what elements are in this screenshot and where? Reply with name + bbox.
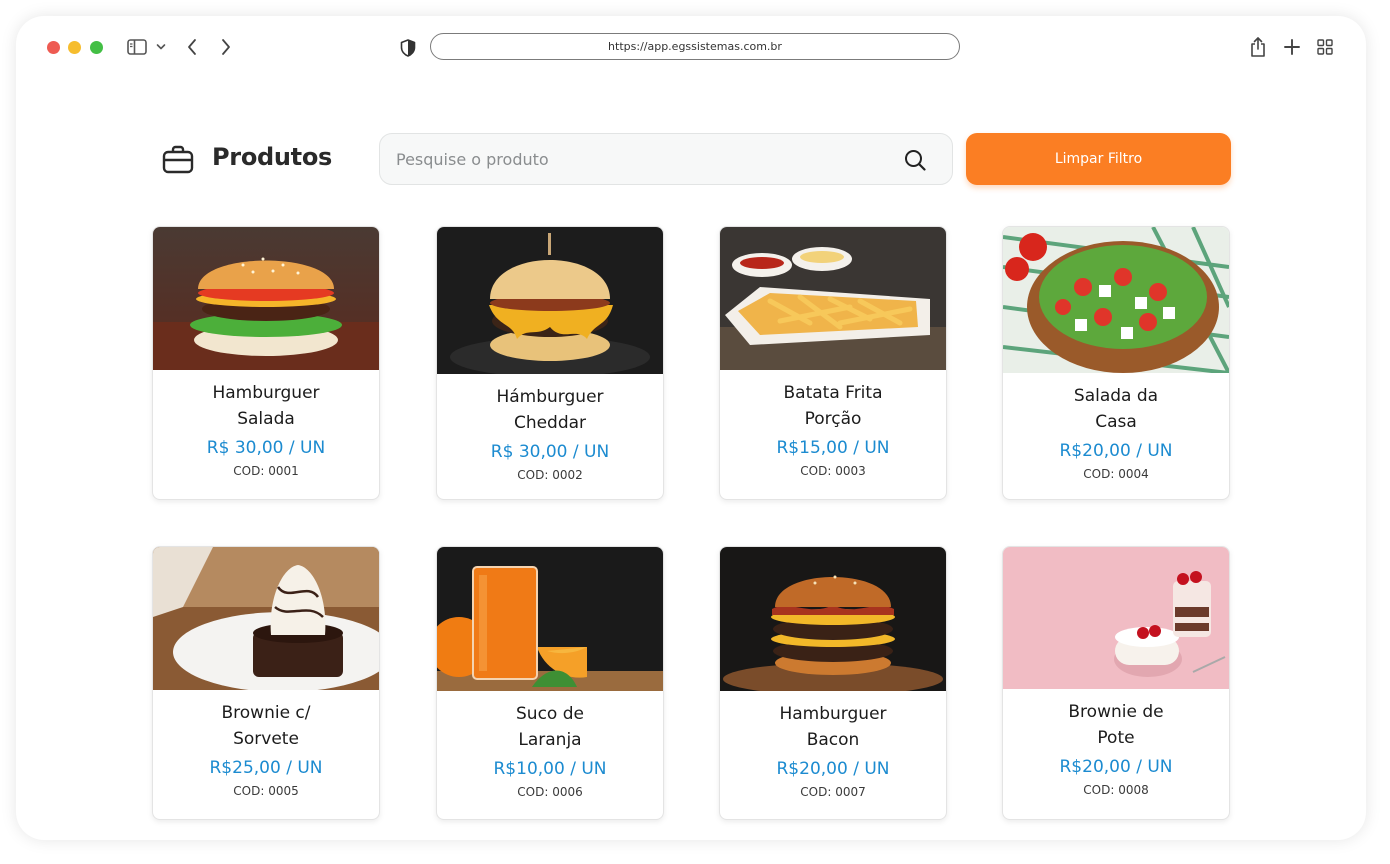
- product-card[interactable]: Suco de Laranja R$10,00 / UN COD: 0006: [436, 546, 664, 820]
- product-card[interactable]: Brownie c/ Sorvete R$25,00 / UN COD: 000…: [152, 546, 380, 820]
- share-icon[interactable]: [1249, 36, 1267, 58]
- back-arrow-icon[interactable]: [186, 38, 198, 56]
- product-name-line-2: Bacon: [806, 730, 860, 750]
- product-card[interactable]: Hamburguer Bacon R$20,00 / UN COD: 0007: [719, 546, 947, 820]
- product-code: COD: 0003: [800, 464, 866, 478]
- product-card[interactable]: Hamburguer Salada R$ 30,00 / UN COD: 000…: [152, 226, 380, 500]
- product-code: COD: 0007: [800, 785, 866, 799]
- product-name-line-1: Batata Frita: [783, 383, 883, 403]
- product-code: COD: 0001: [233, 464, 299, 478]
- chevron-down-icon[interactable]: [156, 43, 166, 51]
- product-info: Brownie de Pote R$20,00 / UN COD: 0008: [1003, 699, 1229, 797]
- product-code: COD: 0006: [517, 785, 583, 799]
- product-price: R$ 30,00 / UN: [490, 442, 610, 462]
- browser-window: https://app.egssistemas.com.br Produtos …: [16, 16, 1366, 840]
- search-box: [379, 133, 953, 185]
- product-name-line-1: Hamburguer: [779, 704, 887, 724]
- product-info: Hámburguer Cheddar R$ 30,00 / UN COD: 00…: [437, 384, 663, 482]
- product-price: R$20,00 / UN: [1059, 441, 1173, 461]
- brownie-ice-cream-photo: [153, 547, 379, 690]
- product-name-line-1: Hámburguer: [496, 387, 604, 407]
- product-name-line-1: Salada da: [1073, 386, 1159, 406]
- french-fries-photo: [720, 227, 946, 370]
- product-name-line-2: Pote: [1097, 728, 1135, 748]
- product-name-line-2: Casa: [1095, 412, 1137, 432]
- product-name-line-2: Sorvete: [233, 729, 299, 749]
- product-name-line-2: Cheddar: [513, 413, 587, 433]
- product-price: R$25,00 / UN: [209, 758, 323, 778]
- search-input[interactable]: [396, 134, 876, 184]
- tab-overview-grid-icon[interactable]: [1317, 39, 1333, 55]
- forward-arrow-icon[interactable]: [220, 38, 232, 56]
- new-tab-plus-icon[interactable]: [1283, 38, 1301, 56]
- search-icon[interactable]: [904, 149, 926, 175]
- maximize-window-button[interactable]: [90, 41, 103, 54]
- url-text: https://app.egssistemas.com.br: [608, 40, 782, 53]
- brownie-jar-photo: [1003, 547, 1229, 689]
- product-price: R$20,00 / UN: [776, 759, 890, 779]
- product-card[interactable]: Batata Frita Porção R$15,00 / UN COD: 00…: [719, 226, 947, 500]
- product-code: COD: 0005: [233, 784, 299, 798]
- house-salad-photo: [1003, 227, 1229, 373]
- product-code: COD: 0008: [1083, 783, 1149, 797]
- cheddar-burger-photo: [437, 227, 663, 374]
- page-title: Produtos: [212, 143, 333, 171]
- hamburger-salad-photo: [153, 227, 379, 370]
- product-card[interactable]: Hámburguer Cheddar R$ 30,00 / UN COD: 00…: [436, 226, 664, 500]
- products-header: Produtos Limpar Filtro: [16, 133, 1366, 185]
- briefcase-icon: [161, 143, 195, 181]
- product-card[interactable]: Brownie de Pote R$20,00 / UN COD: 0008: [1002, 546, 1230, 820]
- product-code: COD: 0004: [1083, 467, 1149, 481]
- product-info: Batata Frita Porção R$15,00 / UN COD: 00…: [720, 380, 946, 478]
- product-name-line-2: Salada: [237, 409, 295, 429]
- product-price: R$20,00 / UN: [1059, 757, 1173, 777]
- product-price: R$10,00 / UN: [493, 759, 607, 779]
- browser-toolbar: https://app.egssistemas.com.br: [16, 16, 1366, 78]
- product-info: Brownie c/ Sorvete R$25,00 / UN COD: 000…: [153, 700, 379, 798]
- product-name-line-2: Laranja: [518, 730, 582, 750]
- product-card[interactable]: Salada da Casa R$20,00 / UN COD: 0004: [1002, 226, 1230, 500]
- product-info: Hamburguer Salada R$ 30,00 / UN COD: 000…: [153, 380, 379, 478]
- minimize-window-button[interactable]: [68, 41, 81, 54]
- product-name-line-1: Brownie c/: [221, 703, 311, 723]
- product-info: Hamburguer Bacon R$20,00 / UN COD: 0007: [720, 701, 946, 799]
- product-name-line-1: Suco de: [516, 704, 584, 724]
- product-price: R$15,00 / UN: [776, 438, 890, 458]
- product-price: R$ 30,00 / UN: [206, 438, 326, 458]
- clear-filter-button[interactable]: Limpar Filtro: [966, 133, 1231, 185]
- product-info: Salada da Casa R$20,00 / UN COD: 0004: [1003, 383, 1229, 481]
- product-code: COD: 0002: [517, 468, 583, 482]
- close-window-button[interactable]: [47, 41, 60, 54]
- shield-icon[interactable]: [400, 39, 416, 57]
- product-name-line-1: Hamburguer: [212, 383, 320, 403]
- sidebar-toggle-icon[interactable]: [127, 39, 147, 55]
- product-info: Suco de Laranja R$10,00 / UN COD: 0006: [437, 701, 663, 799]
- orange-juice-photo: [437, 547, 663, 691]
- product-name-line-1: Brownie de: [1068, 702, 1164, 722]
- bacon-burger-photo: [720, 547, 946, 691]
- product-name-line-2: Porção: [804, 409, 862, 429]
- address-bar[interactable]: https://app.egssistemas.com.br: [430, 33, 960, 60]
